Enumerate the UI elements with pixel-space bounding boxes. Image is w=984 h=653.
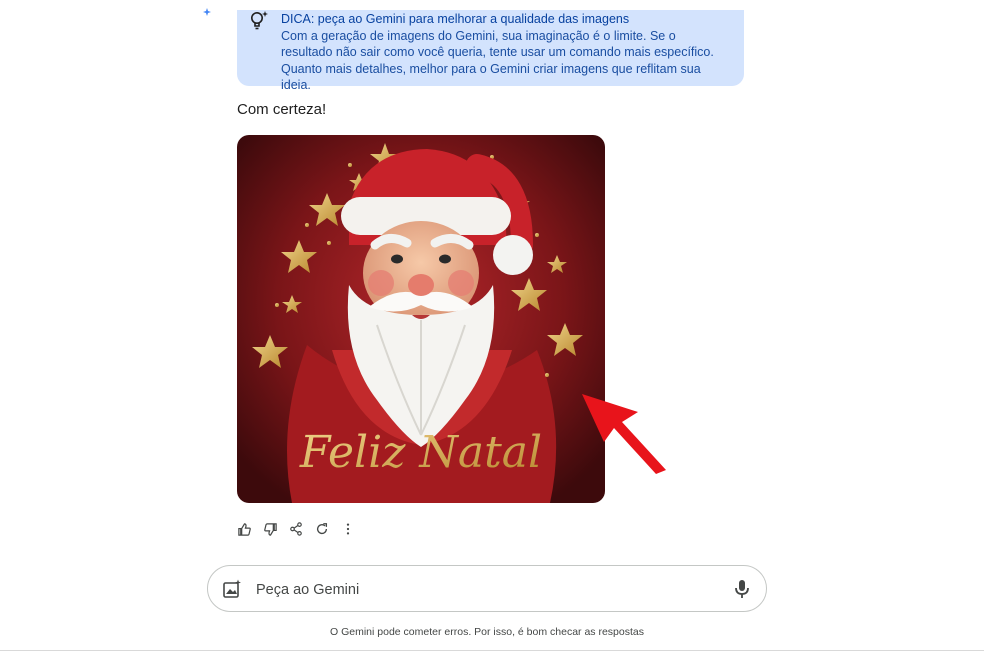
tip-title: DICA: peça ao Gemini para melhorar a qua… [281, 12, 630, 26]
santa-claus-image: Feliz Natal [237, 135, 605, 503]
red-arrow-annotation [582, 394, 666, 474]
more-options-icon [346, 523, 350, 535]
add-image-icon[interactable] [222, 579, 242, 599]
gemini-spark-icon [203, 8, 211, 16]
prompt-input[interactable] [254, 578, 698, 602]
thumbs-down-icon [263, 522, 277, 536]
generated-image[interactable]: Feliz Natal [237, 135, 605, 503]
response-actions [235, 520, 357, 538]
more-options-button[interactable] [339, 520, 357, 538]
lightbulb-sparkle-icon [251, 11, 268, 30]
regenerate-button[interactable] [313, 520, 331, 538]
regenerate-icon [316, 523, 328, 535]
disclaimer-text: O Gemini pode cometer erros. Por isso, é… [330, 626, 644, 638]
microphone-icon[interactable] [732, 578, 752, 600]
thumbs-down-button[interactable] [261, 520, 279, 538]
prompt-bar [207, 565, 767, 612]
image-caption: Feliz Natal [299, 427, 542, 478]
thumbs-up-button[interactable] [235, 520, 253, 538]
tip-banner: DICA: peça ao Gemini para melhorar a qua… [237, 10, 744, 92]
divider [0, 650, 984, 651]
share-button[interactable] [287, 520, 305, 538]
thumbs-up-icon [237, 522, 251, 536]
response-text: Com certeza! [237, 101, 327, 118]
share-icon [290, 522, 302, 536]
tip-body: Com a geração de imagens do Gemini, sua … [281, 28, 714, 93]
